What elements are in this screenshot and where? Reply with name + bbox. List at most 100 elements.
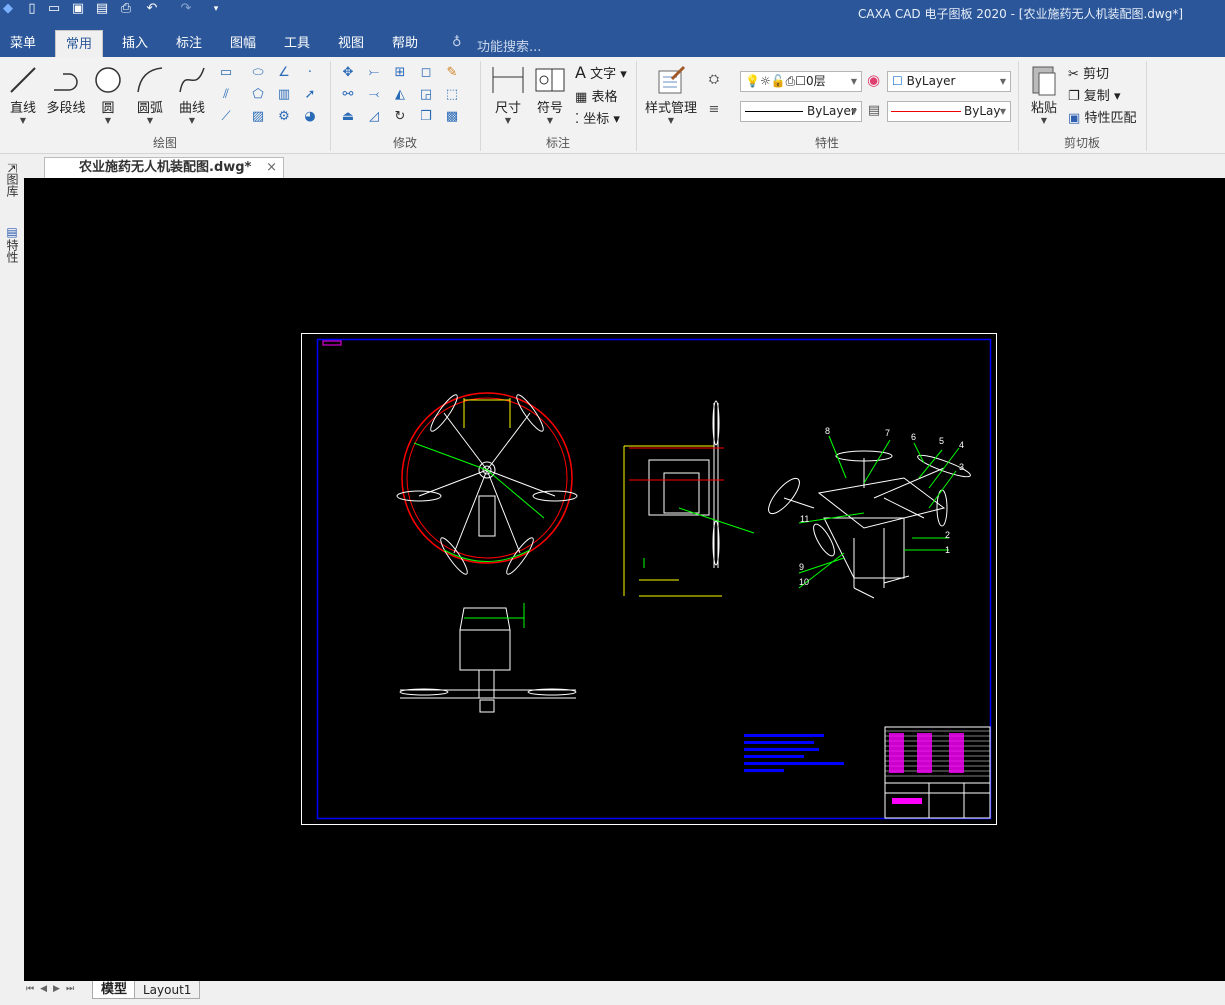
table-icon: ▦	[575, 90, 588, 105]
chamfer-icon[interactable]: ◿	[364, 107, 384, 127]
extend-icon[interactable]: ⤙	[364, 85, 384, 105]
angle-icon[interactable]: ∠	[274, 63, 294, 83]
layer-manager-icon[interactable]: ⛭	[704, 70, 724, 90]
edit-hatch-icon[interactable]: ▩	[442, 107, 462, 127]
pencil-icon[interactable]: ✎	[442, 63, 462, 83]
open-file-icon[interactable]: ▭	[46, 2, 62, 16]
arc-tool[interactable]: 圆弧 ▼	[132, 63, 168, 125]
note-line	[744, 748, 819, 751]
move-icon[interactable]: ✥	[338, 63, 358, 83]
text-tool[interactable]: A 文字 ▾	[575, 63, 627, 82]
linetype-select[interactable]: ByLayer ▼	[740, 101, 862, 122]
balloon-2: 2	[945, 530, 950, 540]
hatch-icon[interactable]: ▨	[248, 107, 268, 127]
balloon-4: 4	[959, 440, 964, 450]
polyline-tool[interactable]: 多段线	[44, 63, 88, 116]
drawing-canvas[interactable]: 1 2 3 4 5 6 7 8 9 10 11	[24, 178, 1225, 981]
cut-tool[interactable]: ✂ 剪切	[1068, 63, 1109, 82]
curve-tool[interactable]: 曲线 ▼	[174, 63, 210, 125]
left-panel: ⇱图库 ▤特性	[0, 155, 24, 981]
coordinate-icon: ⁚	[575, 112, 580, 127]
arrow-icon[interactable]: ➚	[300, 85, 320, 105]
fillet-icon[interactable]: ◻	[416, 63, 436, 83]
ellipse-icon[interactable]: ⬭	[248, 63, 268, 83]
tab-model[interactable]: 模型	[92, 981, 137, 999]
centerline-icon[interactable]: ⟋	[216, 107, 236, 127]
table-tool[interactable]: ▦ 表格	[575, 86, 617, 105]
tab-tools[interactable]: 工具	[274, 30, 320, 57]
note-line	[744, 741, 814, 744]
panel-library[interactable]: ⇱图库	[4, 163, 21, 197]
tab-menu[interactable]: 菜单	[0, 30, 46, 57]
scale-icon[interactable]: ◲	[416, 85, 436, 105]
panel-properties[interactable]: ▤特性	[4, 225, 21, 263]
redo-icon[interactable]: ↷	[178, 2, 194, 16]
print-icon[interactable]: ⎙	[118, 2, 134, 16]
paste-tool[interactable]: 粘贴 ▼	[1026, 63, 1062, 125]
tab-annotate[interactable]: 标注	[166, 30, 212, 57]
mirror-icon[interactable]: ◭	[390, 85, 410, 105]
tab-common[interactable]: 常用	[55, 30, 104, 57]
clipboard-group-label: 剪切板	[1063, 136, 1100, 150]
dimension-tool[interactable]: 尺寸 ▼	[488, 63, 528, 125]
array-icon[interactable]: ⊞	[390, 63, 410, 83]
tab-insert[interactable]: 插入	[112, 30, 158, 57]
fill-icon[interactable]: ◕	[300, 107, 320, 127]
color-wheel-icon[interactable]: ◉	[867, 71, 880, 89]
dimension-icon	[488, 63, 528, 97]
new-file-icon[interactable]: ▯	[24, 2, 40, 16]
line-sample	[745, 111, 803, 112]
break-icon[interactable]: ⬚	[442, 85, 462, 105]
line-tool[interactable]: 直线 ▼	[6, 63, 40, 125]
trim-icon[interactable]: ⤚	[364, 63, 384, 83]
layer-select[interactable]: 💡☼🔓⎙☐0层 ▼	[740, 71, 862, 92]
geometric-tolerance-icon	[532, 63, 568, 97]
match-properties-tool[interactable]: ▣ 特性匹配	[1068, 107, 1136, 126]
polygon-icon[interactable]: ⬠	[248, 85, 268, 105]
copy-tool[interactable]: ❐ 复制 ▾	[1068, 85, 1120, 104]
note-line	[744, 769, 784, 772]
paste-icon	[1026, 63, 1062, 97]
tab-layout1[interactable]: Layout1	[134, 981, 201, 999]
save-icon[interactable]: ▣	[70, 2, 86, 16]
stretch-icon[interactable]: ⏏	[338, 107, 358, 127]
tab-view[interactable]: 视图	[328, 30, 374, 57]
feature-search[interactable]: 功能搜索...	[477, 36, 541, 55]
gear-icon[interactable]: ⚙	[274, 107, 294, 127]
symbol-tool[interactable]: 符号 ▼	[532, 63, 568, 125]
draw-group-label: 绘图	[152, 136, 177, 150]
point-icon[interactable]: ·	[300, 63, 320, 83]
block-icon[interactable]: ▥	[274, 85, 294, 105]
save-as-icon[interactable]: ▤	[94, 2, 110, 16]
lineweight-icon[interactable]: ▤	[864, 101, 884, 121]
rectangle-icon[interactable]: ▭	[216, 63, 236, 83]
scissors-icon: ✂	[1068, 67, 1079, 82]
drawing-svg: 1 2 3 4 5 6 7 8 9 10 11	[301, 333, 997, 825]
note-line	[744, 734, 824, 737]
style-manager-tool[interactable]: 样式管理 ▼	[642, 63, 700, 125]
close-icon[interactable]: ×	[266, 158, 277, 178]
customize-icon[interactable]: ▾	[208, 2, 224, 16]
explode-icon[interactable]: ❒	[416, 107, 436, 127]
tab-frame[interactable]: 图幅	[220, 30, 266, 57]
color-select[interactable]: ☐ ByLayer ▼	[887, 71, 1011, 92]
undo-icon[interactable]: ↶	[144, 2, 160, 16]
document-tab[interactable]: 农业施药无人机装配图.dwg* ×	[44, 157, 284, 179]
circle-tool[interactable]: 圆 ▼	[92, 63, 124, 125]
linestyle-icon[interactable]: ≡	[704, 100, 724, 120]
rotate-icon[interactable]: ↻	[390, 107, 410, 127]
tab-help[interactable]: 帮助	[382, 30, 428, 57]
properties-group-label: 特性	[814, 136, 839, 150]
copy-object-icon[interactable]: ⚯	[338, 85, 358, 105]
color-swatch-icon: ☐	[892, 74, 903, 88]
parallel-line-icon[interactable]: ⫽	[216, 85, 236, 105]
arc-icon	[132, 63, 168, 97]
note-line	[744, 762, 844, 765]
lineweight-select[interactable]: ByLay ▼	[887, 101, 1011, 122]
spline-icon	[174, 63, 210, 97]
layout-nav-buttons[interactable]: ⏮◀▶⏭	[26, 984, 80, 994]
separator	[1146, 61, 1147, 151]
coordinate-tool[interactable]: ⁚ 坐标 ▾	[575, 108, 620, 127]
properties-icon: ▤	[5, 225, 19, 239]
app-logo-icon[interactable]: ◆	[0, 2, 16, 16]
